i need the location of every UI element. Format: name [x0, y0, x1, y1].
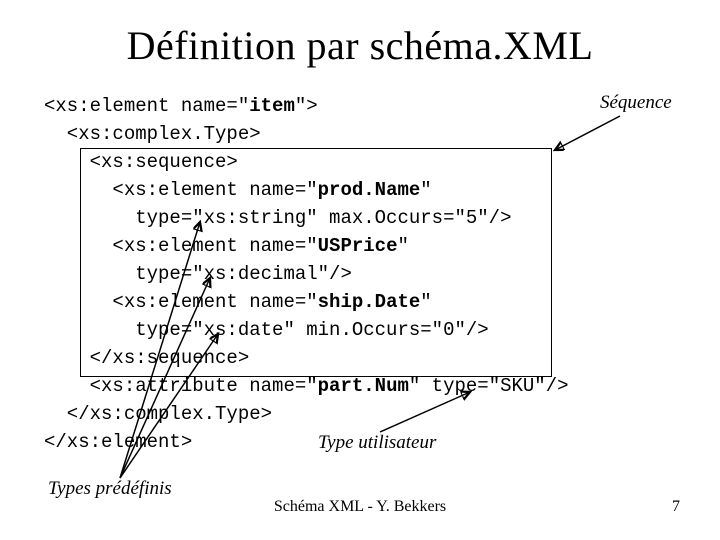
annotation-types-predefinis: Types prédéfinis: [48, 478, 172, 500]
code-line: <xs:complex.Type>: [44, 123, 261, 145]
code-line: <xs:element name="USPrice": [44, 235, 409, 257]
code-line: <xs:element name="item">: [44, 95, 318, 117]
annotation-type-utilisateur: Type utilisateur: [318, 432, 436, 454]
footer-author: Schéma XML - Y. Bekkers: [0, 498, 720, 516]
code-line: type="xs:string" max.Occurs="5"/>: [44, 207, 511, 229]
code-line: <xs:sequence>: [44, 151, 238, 173]
slide-title: Définition par schéma.XML: [0, 22, 720, 69]
code-line: <xs:element name="ship.Date": [44, 291, 432, 313]
code-line: <xs:attribute name="part.Num" type="SKU"…: [44, 375, 569, 397]
code-line: type="xs:decimal"/>: [44, 263, 352, 285]
slide: Définition par schéma.XML <xs:element na…: [0, 0, 720, 540]
code-line: </xs:complex.Type>: [44, 403, 272, 425]
code-line: type="xs:date" min.Occurs="0"/>: [44, 319, 489, 341]
code-line: <xs:element name="prod.Name": [44, 179, 432, 201]
footer-page-number: 7: [672, 498, 680, 516]
code-line: </xs:sequence>: [44, 347, 249, 369]
code-line: </xs:element>: [44, 431, 192, 453]
annotation-sequence: Séquence: [600, 92, 672, 114]
code-block: <xs:element name="item"> <xs:complex.Typ…: [44, 92, 569, 456]
